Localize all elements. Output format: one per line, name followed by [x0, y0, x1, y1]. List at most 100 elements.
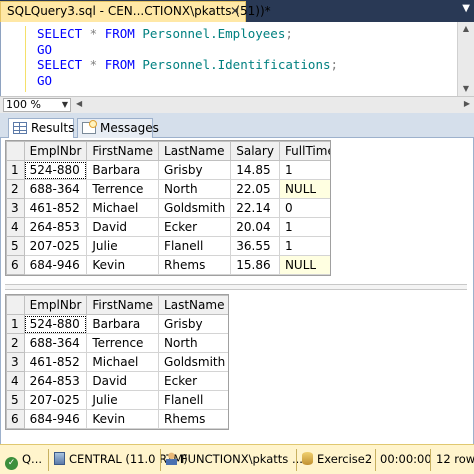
- cell[interactable]: 22.05: [230, 179, 280, 199]
- cell[interactable]: Terrence: [86, 333, 160, 353]
- cell[interactable]: Rhems: [158, 409, 228, 429]
- row-number[interactable]: 1: [6, 314, 25, 334]
- cell[interactable]: 207-025: [23, 390, 88, 410]
- cell[interactable]: David: [86, 371, 160, 391]
- column-header[interactable]: FullTime: [278, 141, 330, 161]
- cell[interactable]: 15.86: [230, 255, 280, 275]
- cell[interactable]: Kevin: [86, 409, 160, 429]
- cell[interactable]: Rhems: [158, 255, 232, 275]
- close-icon[interactable]: ✕: [230, 2, 240, 21]
- cell[interactable]: Flanell: [158, 236, 232, 256]
- row-number[interactable]: 3: [6, 352, 25, 372]
- row-number[interactable]: 6: [6, 409, 25, 429]
- cell[interactable]: Julie: [86, 236, 160, 256]
- scroll-up-icon[interactable]: ▲: [458, 22, 474, 36]
- column-header[interactable]: EmplNbr: [23, 295, 88, 315]
- row-number[interactable]: 4: [6, 371, 25, 391]
- table-row[interactable]: 5 207-025 Julie Flanell: [6, 390, 228, 410]
- cell[interactable]: North: [158, 333, 228, 353]
- cell[interactable]: 684-946: [23, 255, 88, 275]
- cell[interactable]: 1: [278, 217, 330, 237]
- table-row[interactable]: 3 461-852 Michael Goldsmith: [6, 352, 228, 372]
- code-area[interactable]: SELECT * FROM Personnel.Employees; GO SELE…: [37, 26, 338, 88]
- table-row[interactable]: 2 688-364 Terrence North 22.05 NULL: [6, 179, 330, 199]
- select-all-corner[interactable]: [6, 141, 25, 161]
- cell[interactable]: 688-364: [23, 333, 88, 353]
- cell[interactable]: Julie: [86, 390, 160, 410]
- row-number[interactable]: 4: [6, 217, 25, 237]
- cell[interactable]: Michael: [86, 352, 160, 372]
- table-row[interactable]: 5 207-025 Julie Flanell 36.55 1: [6, 236, 330, 256]
- null-cell[interactable]: NULL: [278, 179, 330, 199]
- cell[interactable]: Goldsmith: [158, 198, 232, 218]
- zoom-select[interactable]: 100 % ▼: [3, 98, 71, 112]
- cell[interactable]: 14.85: [230, 160, 280, 180]
- tab-overflow-icon[interactable]: ▼: [462, 3, 470, 14]
- cell[interactable]: David: [86, 217, 160, 237]
- cell[interactable]: Barbara: [86, 160, 160, 180]
- cell[interactable]: 684-946: [23, 409, 88, 429]
- status-divider: [48, 449, 49, 471]
- query-editor[interactable]: SELECT * FROM Personnel.Employees; GO SELE…: [0, 22, 474, 96]
- cell[interactable]: 264-853: [23, 371, 88, 391]
- table-row[interactable]: 1 524-880 Barbara Grisby: [6, 314, 228, 334]
- cell[interactable]: 461-852: [23, 198, 88, 218]
- column-header[interactable]: LastName: [158, 141, 232, 161]
- result-grid-employees[interactable]: EmplNbr FirstName LastName Salary FullTi…: [5, 140, 331, 276]
- select-all-corner[interactable]: [6, 295, 25, 315]
- cell[interactable]: 264-853: [23, 217, 88, 237]
- cell[interactable]: 461-852: [23, 352, 88, 372]
- row-number[interactable]: 5: [6, 390, 25, 410]
- table-row[interactable]: 1 524-880 Barbara Grisby 14.85 1: [6, 160, 330, 180]
- cell[interactable]: Barbara: [86, 314, 160, 334]
- editor-vertical-scrollbar[interactable]: ▲ ▼: [457, 22, 474, 96]
- column-header[interactable]: FirstName: [86, 141, 160, 161]
- cell[interactable]: Kevin: [86, 255, 160, 275]
- cell[interactable]: Michael: [86, 198, 160, 218]
- table-row[interactable]: 3 461-852 Michael Goldsmith 22.14 0: [6, 198, 330, 218]
- tab-messages[interactable]: Messages: [77, 118, 159, 138]
- scroll-down-icon[interactable]: ▼: [458, 82, 474, 96]
- cell[interactable]: Ecker: [158, 371, 228, 391]
- row-number[interactable]: 6: [6, 255, 25, 275]
- cell[interactable]: 524-880: [23, 314, 88, 334]
- scroll-left-icon[interactable]: ◀: [76, 99, 82, 108]
- cell[interactable]: Flanell: [158, 390, 228, 410]
- grid-splitter[interactable]: [5, 284, 467, 290]
- cell[interactable]: 0: [278, 198, 330, 218]
- cell[interactable]: North: [158, 179, 232, 199]
- cell[interactable]: 524-880: [23, 160, 88, 180]
- table-row[interactable]: 6 684-946 Kevin Rhems 15.86 NULL: [6, 255, 330, 275]
- table-row[interactable]: 4 264-853 David Ecker: [6, 371, 228, 391]
- cell[interactable]: 36.55: [230, 236, 280, 256]
- status-bar: ✓ Q... CENTRAL (11.0 RTM) FUNCTIONX\pkatt…: [0, 444, 474, 474]
- cell[interactable]: Grisby: [158, 160, 232, 180]
- row-number[interactable]: 2: [6, 333, 25, 353]
- tab-results[interactable]: Results: [8, 118, 74, 138]
- column-header[interactable]: EmplNbr: [23, 141, 88, 161]
- column-header[interactable]: Salary: [230, 141, 280, 161]
- document-tab[interactable]: SQLQuery3.sql - CEN...CTIONX\pkatts (51)…: [0, 1, 271, 22]
- cell[interactable]: Grisby: [158, 314, 228, 334]
- cell[interactable]: Goldsmith: [158, 352, 228, 372]
- cell[interactable]: 1: [278, 236, 330, 256]
- column-header[interactable]: FirstName: [86, 295, 160, 315]
- row-number[interactable]: 1: [6, 160, 25, 180]
- cell[interactable]: Terrence: [86, 179, 160, 199]
- null-cell[interactable]: NULL: [278, 255, 330, 275]
- row-number[interactable]: 5: [6, 236, 25, 256]
- cell[interactable]: 688-364: [23, 179, 88, 199]
- cell[interactable]: 1: [278, 160, 330, 180]
- cell[interactable]: Ecker: [158, 217, 232, 237]
- cell[interactable]: 20.04: [230, 217, 280, 237]
- table-row[interactable]: 4 264-853 David Ecker 20.04 1: [6, 217, 330, 237]
- row-number[interactable]: 2: [6, 179, 25, 199]
- scroll-right-icon[interactable]: ▶: [464, 99, 470, 108]
- column-header[interactable]: LastName: [158, 295, 228, 315]
- cell[interactable]: 22.14: [230, 198, 280, 218]
- row-number[interactable]: 3: [6, 198, 25, 218]
- table-row[interactable]: 6 684-946 Kevin Rhems: [6, 409, 228, 429]
- result-grid-identifications[interactable]: EmplNbr FirstName LastName 1 524-880 Bar…: [5, 294, 229, 430]
- table-row[interactable]: 2 688-364 Terrence North: [6, 333, 228, 353]
- cell[interactable]: 207-025: [23, 236, 88, 256]
